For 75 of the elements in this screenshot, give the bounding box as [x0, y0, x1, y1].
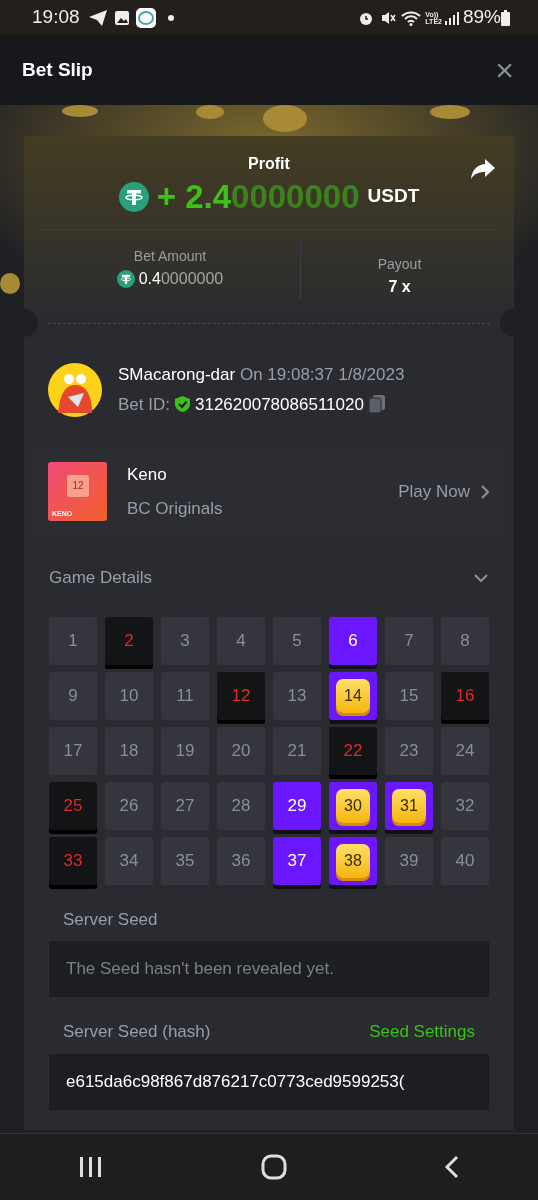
- keno-tile: 15: [385, 672, 433, 720]
- thumb-number: 12: [67, 475, 89, 497]
- shield-check-icon: [173, 395, 191, 414]
- keno-tile: 32: [441, 782, 489, 830]
- keno-tile: 20: [217, 727, 265, 775]
- keno-tile: 28: [217, 782, 265, 830]
- stat-label: Bet Amount: [132, 247, 208, 266]
- keno-tile: 36: [217, 837, 265, 885]
- notification-dot-icon: [167, 14, 174, 21]
- back-icon[interactable]: [443, 1155, 460, 1179]
- coin-drawing: [0, 273, 20, 294]
- payout-value: 7 x: [387, 277, 412, 297]
- coin-drawing: [62, 105, 98, 117]
- keno-tile: 19: [161, 727, 209, 775]
- keno-tile: 23: [385, 727, 433, 775]
- bet-amount: 0.40000000: [138, 269, 224, 289]
- mute-icon: [380, 9, 397, 26]
- seed-field[interactable]: The Seed hasn't been revealed yet.: [49, 940, 489, 997]
- seed-settings-link[interactable]: Seed Settings: [369, 1018, 475, 1044]
- keno-tile: 7: [385, 617, 433, 665]
- keno-tile: 24: [441, 727, 489, 775]
- play-now-link[interactable]: Play Now: [398, 478, 470, 505]
- keno-tile: 26: [105, 782, 153, 830]
- bet-id-label: Bet ID:: [118, 393, 170, 416]
- keno-tile: 27: [161, 782, 209, 830]
- keno-tile: 3: [161, 617, 209, 665]
- game-details-header[interactable]: Game Details: [49, 551, 489, 605]
- tether-icon: [116, 270, 135, 288]
- bet-id: 312620078086511020: [194, 393, 364, 416]
- bet-time: On 19:08:37 1/8/2023: [239, 365, 405, 384]
- share-icon[interactable]: [470, 158, 496, 180]
- tether-icon: [118, 181, 149, 212]
- page-title: Bet Slip: [22, 57, 93, 82]
- profit-amount: + 2.40000000: [156, 180, 360, 213]
- signal-icon: [444, 10, 459, 25]
- status-time: 19:08: [32, 5, 80, 30]
- battery-icon: [501, 9, 510, 26]
- field-label: Server Seed: [63, 909, 159, 931]
- image-icon: [113, 9, 130, 26]
- keno-tile: 10: [105, 672, 153, 720]
- app-icon: [135, 7, 156, 28]
- game-name: Keno: [127, 464, 168, 486]
- close-button[interactable]: ×: [495, 54, 514, 86]
- keno-tile: 4: [217, 617, 265, 665]
- game-provider: BC Originals: [127, 497, 224, 520]
- coin-drawing: [196, 105, 224, 119]
- coin-drawing: [263, 105, 307, 132]
- keno-tile: 21: [273, 727, 321, 775]
- keno-tile: 35: [161, 837, 209, 885]
- keno-tile: 34: [105, 837, 153, 885]
- field-label: Server Seed (hash): [63, 1020, 211, 1043]
- copy-icon[interactable]: [367, 394, 386, 415]
- keno-tile: 1: [49, 617, 97, 665]
- avatar-icon: [48, 362, 102, 417]
- keno-tile: 8: [441, 617, 489, 665]
- stat-label: Payout: [376, 255, 423, 274]
- profit-label: Profit: [248, 154, 290, 174]
- wifi-icon: [401, 9, 422, 26]
- player-name: SMacarong-dar: [118, 365, 236, 384]
- currency-label: USDT: [367, 184, 420, 209]
- keno-tile: 9: [49, 672, 97, 720]
- keno-tile: 39: [385, 837, 433, 885]
- keno-tile: 5: [273, 617, 321, 665]
- keno-tile: 17: [49, 727, 97, 775]
- coin-drawing: [430, 105, 470, 119]
- keno-tile: 13: [273, 672, 321, 720]
- send-icon: [87, 8, 108, 27]
- battery-percent: 89%: [462, 5, 501, 30]
- chevron-down-icon: [473, 573, 489, 583]
- chevron-right-icon: [480, 483, 490, 500]
- keno-tile: 18: [105, 727, 153, 775]
- keno-tile: 11: [161, 672, 209, 720]
- home-icon[interactable]: [261, 1154, 287, 1180]
- hash-field[interactable]: e615da6c98f867d876217c0773ced9599253(: [49, 1054, 489, 1110]
- keno-tile: 40: [441, 837, 489, 885]
